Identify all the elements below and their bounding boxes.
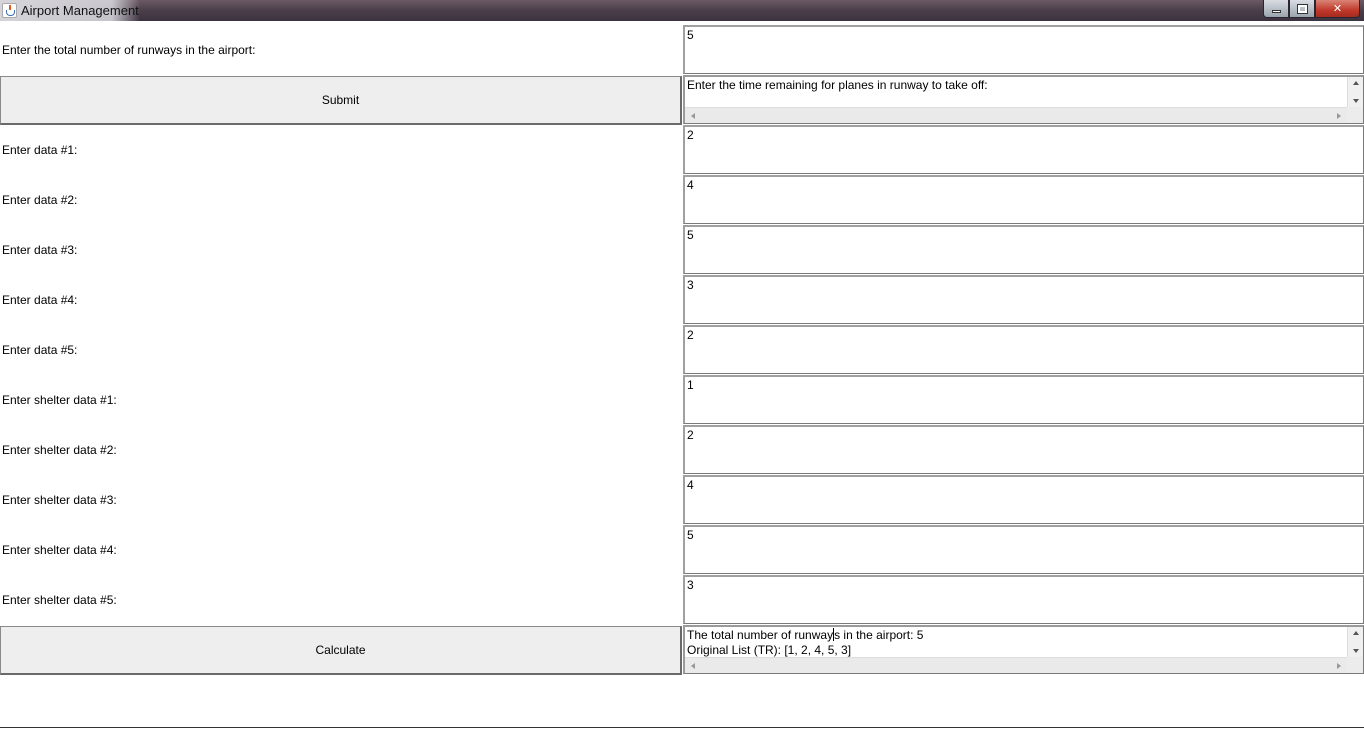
- scroll-left-icon[interactable]: [691, 113, 695, 119]
- output-line-2: Original List (TR): [1, 2, 4, 5, 3]: [687, 643, 852, 657]
- data-1-label: Enter data #1:: [2, 143, 78, 157]
- scroll-up-icon[interactable]: [1353, 631, 1359, 635]
- prompt-horizontal-scrollbar[interactable]: [685, 107, 1347, 123]
- close-icon: ✕: [1332, 3, 1343, 15]
- close-button[interactable]: ✕: [1315, 0, 1360, 18]
- shelter-data-2-label: Enter shelter data #2:: [2, 443, 117, 457]
- shelter-data-4-label: Enter shelter data #4:: [2, 543, 117, 557]
- window-title: Airport Management: [21, 3, 139, 18]
- runways-input[interactable]: 5: [683, 25, 1364, 74]
- scroll-up-icon[interactable]: [1353, 81, 1359, 85]
- scroll-corner: [1347, 107, 1363, 123]
- scroll-left-icon[interactable]: [691, 663, 695, 669]
- shelter-data-5-label: Enter shelter data #5:: [2, 593, 117, 607]
- data-5-label: Enter data #5:: [2, 343, 78, 357]
- scroll-down-icon[interactable]: [1353, 99, 1359, 103]
- shelter-data-3-input[interactable]: 4: [683, 475, 1364, 524]
- shelter-data-1-input[interactable]: 1: [683, 375, 1364, 424]
- minimize-button[interactable]: [1263, 0, 1289, 18]
- output-text: The total number of runways in the airpo…: [687, 628, 1347, 658]
- output-line-1-end: s in the airport: 5: [834, 628, 924, 642]
- scroll-right-icon[interactable]: [1337, 113, 1341, 119]
- data-4-input[interactable]: 3: [683, 275, 1364, 324]
- restore-icon: [1296, 3, 1308, 14]
- output-line-1-start: The total number of runway: [687, 628, 834, 642]
- window-bottom-border: [0, 727, 1364, 728]
- output-horizontal-scrollbar[interactable]: [685, 657, 1347, 673]
- runways-label: Enter the total number of runways in the…: [2, 43, 256, 57]
- prompt-text: Enter the time remaining for planes in r…: [687, 78, 988, 92]
- window-title-bar[interactable]: Airport Management ✕: [0, 0, 1364, 21]
- maximize-button[interactable]: [1289, 0, 1315, 18]
- shelter-data-4-input[interactable]: 5: [683, 525, 1364, 574]
- java-app-icon[interactable]: [2, 3, 17, 18]
- data-5-input[interactable]: 2: [683, 325, 1364, 374]
- shelter-data-5-input[interactable]: 3: [683, 575, 1364, 624]
- shelter-data-1-label: Enter shelter data #1:: [2, 393, 117, 407]
- prompt-textarea[interactable]: Enter the time remaining for planes in r…: [683, 75, 1364, 124]
- data-1-input[interactable]: 2: [683, 125, 1364, 174]
- data-3-input[interactable]: 5: [683, 225, 1364, 274]
- minimize-icon: [1271, 9, 1281, 13]
- data-4-label: Enter data #4:: [2, 293, 78, 307]
- shelter-data-3-label: Enter shelter data #3:: [2, 493, 117, 507]
- submit-button[interactable]: Submit: [0, 76, 682, 125]
- data-2-label: Enter data #2:: [2, 193, 78, 207]
- data-3-label: Enter data #3:: [2, 243, 78, 257]
- scroll-corner: [1347, 657, 1363, 673]
- window-controls: ✕: [1263, 0, 1360, 18]
- output-textarea[interactable]: The total number of runways in the airpo…: [683, 625, 1364, 674]
- data-2-input[interactable]: 4: [683, 175, 1364, 224]
- scroll-right-icon[interactable]: [1337, 663, 1341, 669]
- shelter-data-2-input[interactable]: 2: [683, 425, 1364, 474]
- calculate-button[interactable]: Calculate: [0, 626, 682, 675]
- output-vertical-scrollbar[interactable]: [1347, 627, 1363, 657]
- scroll-down-icon[interactable]: [1353, 649, 1359, 653]
- prompt-vertical-scrollbar[interactable]: [1347, 77, 1363, 107]
